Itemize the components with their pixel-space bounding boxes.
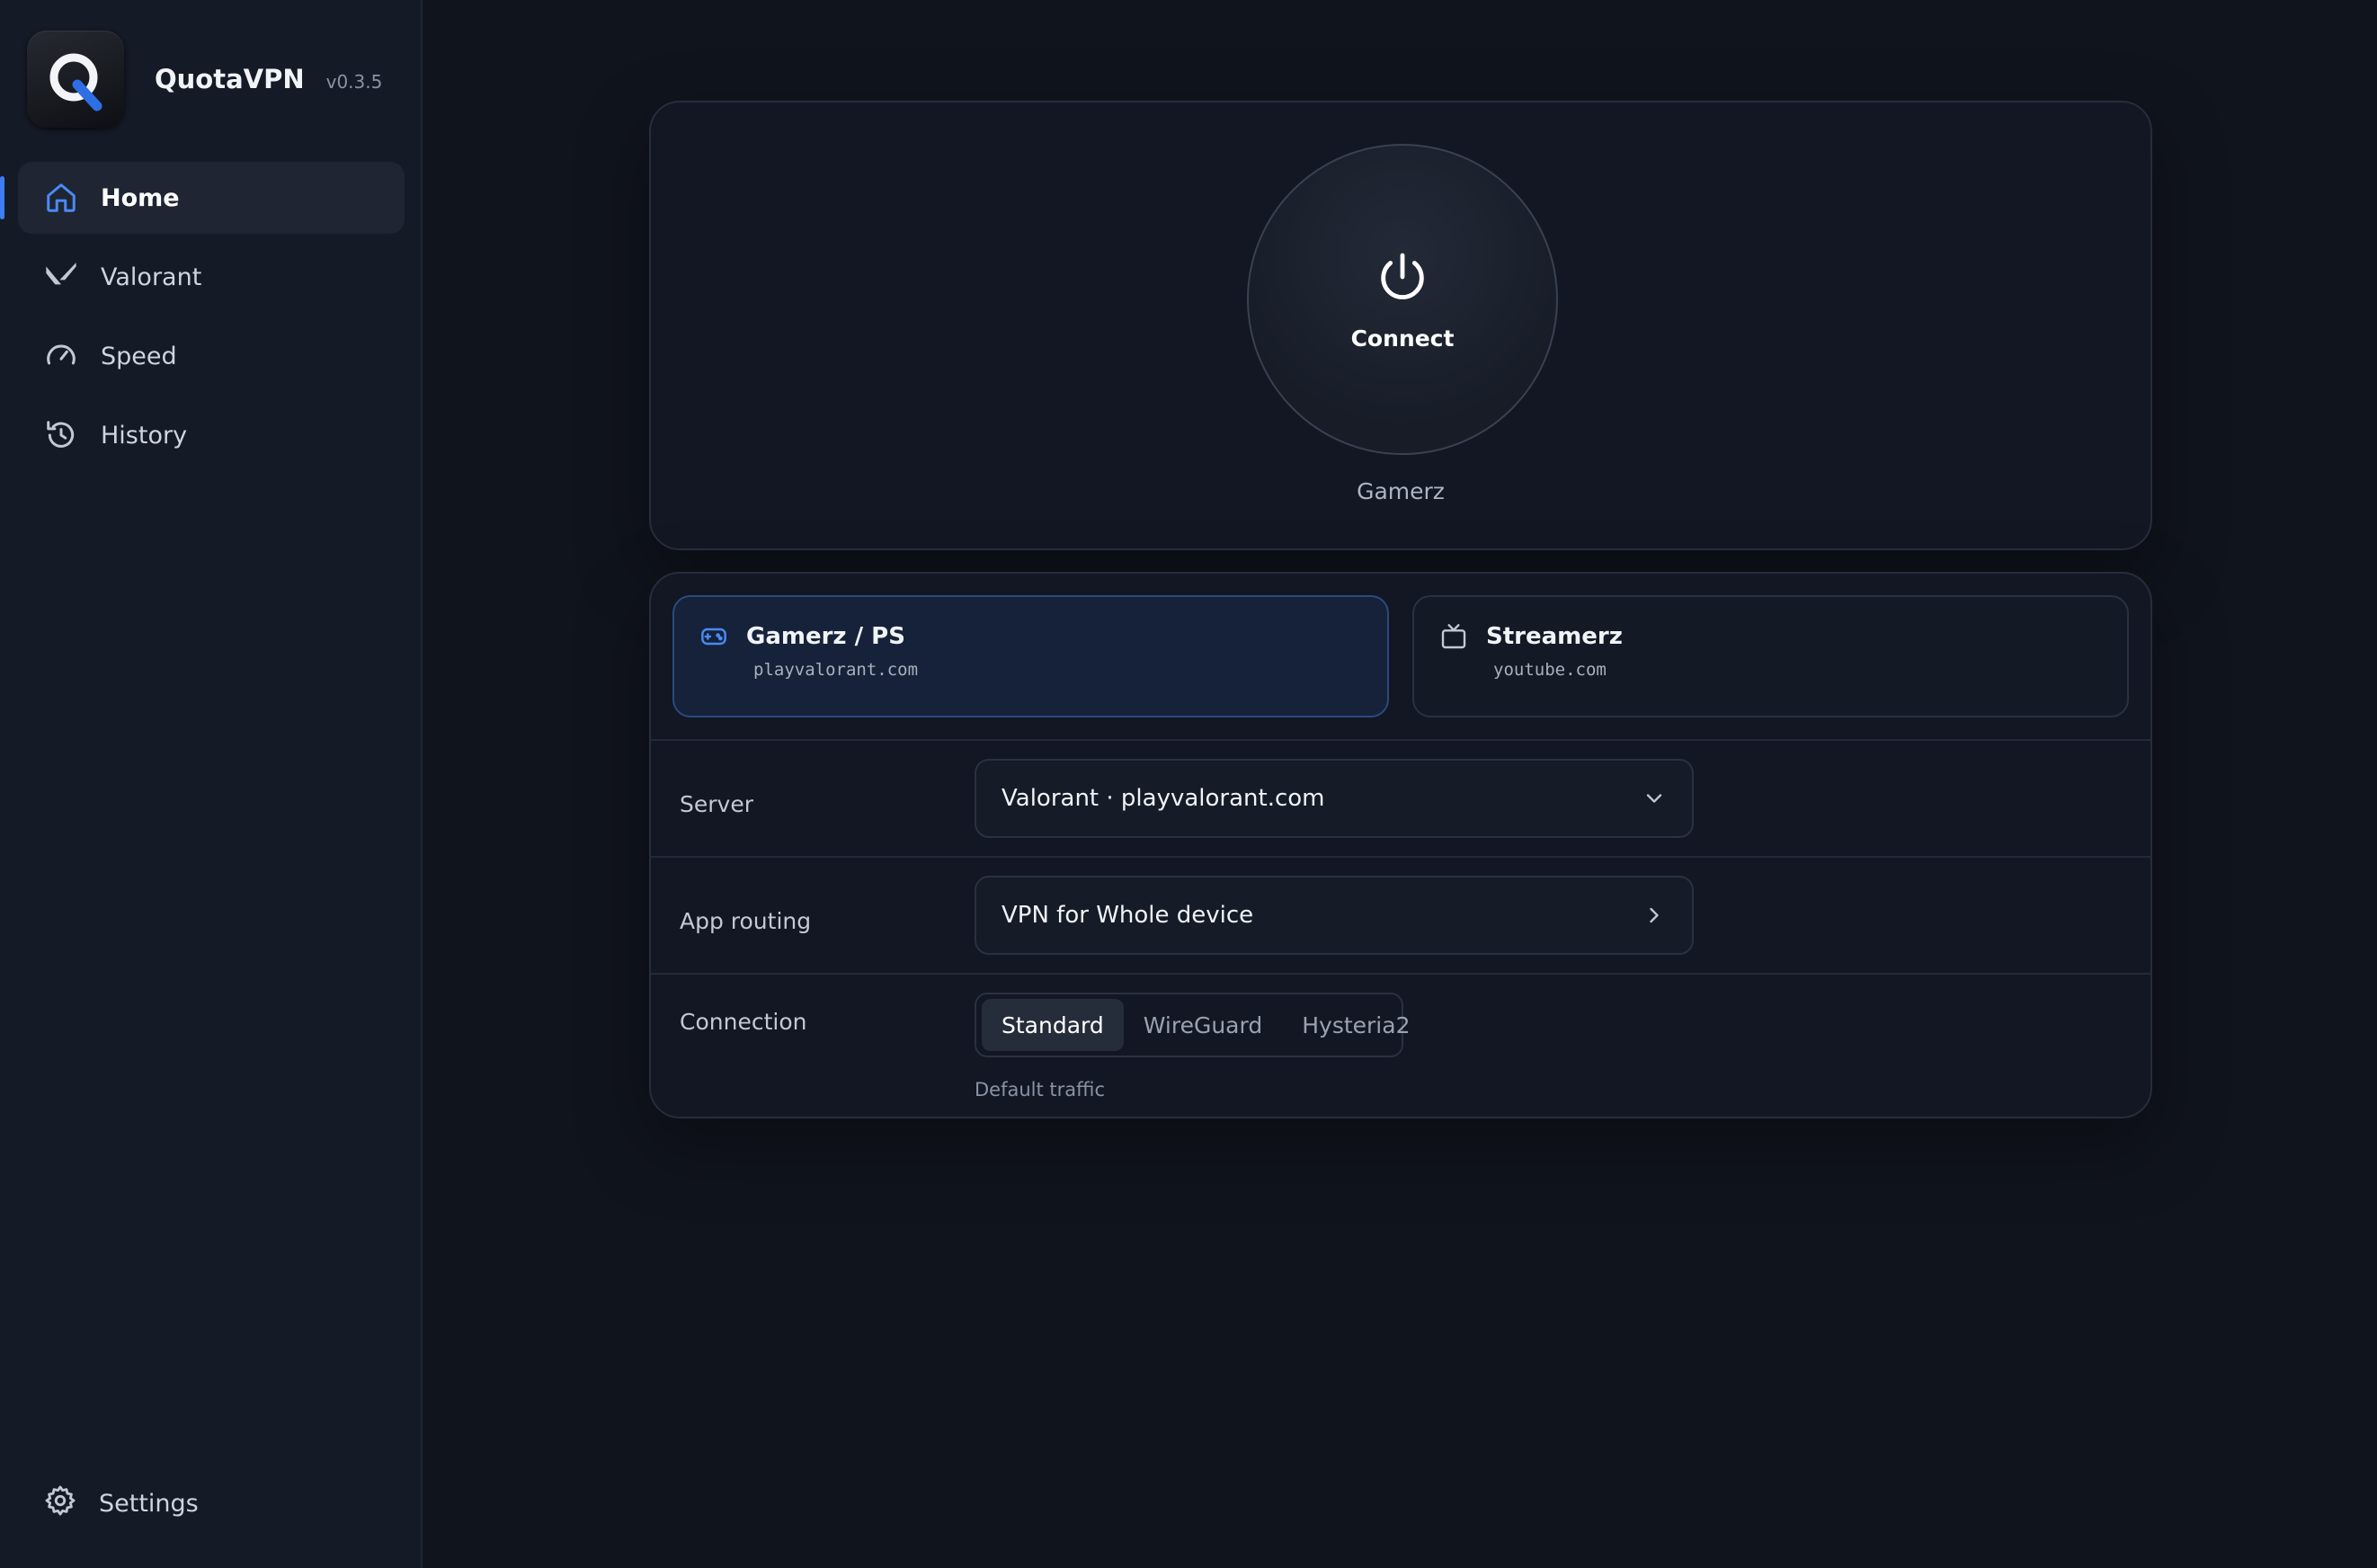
- profile-selector: Gamerz / PS playvalorant.com Streamerz y…: [672, 595, 2129, 717]
- gamepad-icon: [701, 628, 726, 646]
- profile-domain: youtube.com: [1493, 660, 1607, 680]
- brand: QuotaVPN v0.3.5: [27, 31, 382, 128]
- sidebar-item-home[interactable]: Home: [0, 162, 405, 234]
- protocol-option-standard[interactable]: Standard: [982, 999, 1124, 1051]
- app-routing-row: App routing VPN for Whole device: [651, 856, 2150, 973]
- sidebar-item-speed[interactable]: Speed: [18, 320, 405, 392]
- sidebar-item-label: Home: [101, 183, 180, 212]
- power-icon: [1381, 253, 1424, 299]
- server-select[interactable]: Valorant · playvalorant.com: [975, 759, 1694, 838]
- connect-card: Connect Gamerz: [649, 101, 2152, 550]
- speedometer-icon: [43, 338, 79, 374]
- profile-name: Streamerz: [1486, 623, 1623, 650]
- protocol-option-hysteria2[interactable]: Hysteria2: [1282, 999, 1429, 1051]
- connect-button[interactable]: Connect: [1247, 144, 1558, 455]
- app-routing-value: VPN for Whole device: [1002, 902, 1254, 929]
- profile-name: Gamerz / PS: [746, 623, 905, 650]
- profile-card-streamerz[interactable]: Streamerz youtube.com: [1412, 595, 2129, 717]
- valorant-icon: [43, 259, 79, 295]
- app-logo: [27, 31, 124, 128]
- server-label: Server: [680, 791, 753, 817]
- protocol-option-wireguard[interactable]: WireGuard: [1124, 999, 1282, 1051]
- connect-label: Connect: [1350, 325, 1455, 352]
- logo-q-icon: [49, 53, 102, 111]
- profile-domain: playvalorant.com: [753, 660, 919, 680]
- home-icon: [43, 180, 79, 216]
- sidebar-item-label: Speed: [101, 342, 177, 370]
- sidebar-item-history[interactable]: History: [18, 399, 405, 471]
- settings-card: Gamerz / PS playvalorant.com Streamerz y…: [649, 572, 2152, 1118]
- server-value: Valorant · playvalorant.com: [1002, 785, 1325, 812]
- settings-label: Settings: [99, 1489, 199, 1518]
- app-version: v0.3.5: [325, 71, 383, 93]
- app-name: QuotaVPN: [155, 64, 305, 94]
- app-routing-label: App routing: [680, 908, 812, 934]
- gear-icon: [43, 1483, 77, 1524]
- connection-label: Connection: [680, 1009, 807, 1035]
- sidebar-item-settings[interactable]: Settings: [18, 1467, 405, 1539]
- sidebar: QuotaVPN v0.3.5 Home Valorant Speed Hist…: [0, 0, 423, 1568]
- history-icon: [43, 417, 79, 453]
- app-routing-button[interactable]: VPN for Whole device: [975, 876, 1694, 955]
- connection-protocol-selector: Standard WireGuard Hysteria2: [975, 993, 1410, 1057]
- connection-row: Connection Standard WireGuard Hysteria2 …: [651, 973, 2150, 1120]
- chevron-down-icon: [1646, 794, 1662, 803]
- tv-icon: [1441, 624, 1466, 649]
- connection-hint: Default traffic: [975, 1079, 1105, 1100]
- server-row: Server Valorant · playvalorant.com: [651, 739, 2150, 856]
- app-window: QuotaVPN v0.3.5 Home Valorant Speed Hist…: [0, 0, 2377, 1568]
- profile-card-gamerz[interactable]: Gamerz / PS playvalorant.com: [672, 595, 1389, 717]
- chevron-right-icon: [1650, 907, 1659, 923]
- sidebar-item-valorant[interactable]: Valorant: [18, 241, 405, 313]
- sidebar-item-label: Valorant: [101, 263, 202, 291]
- sidebar-nav: Home Valorant Speed History: [0, 162, 423, 478]
- active-profile-caption: Gamerz: [1357, 478, 1445, 504]
- sidebar-item-label: History: [101, 421, 188, 450]
